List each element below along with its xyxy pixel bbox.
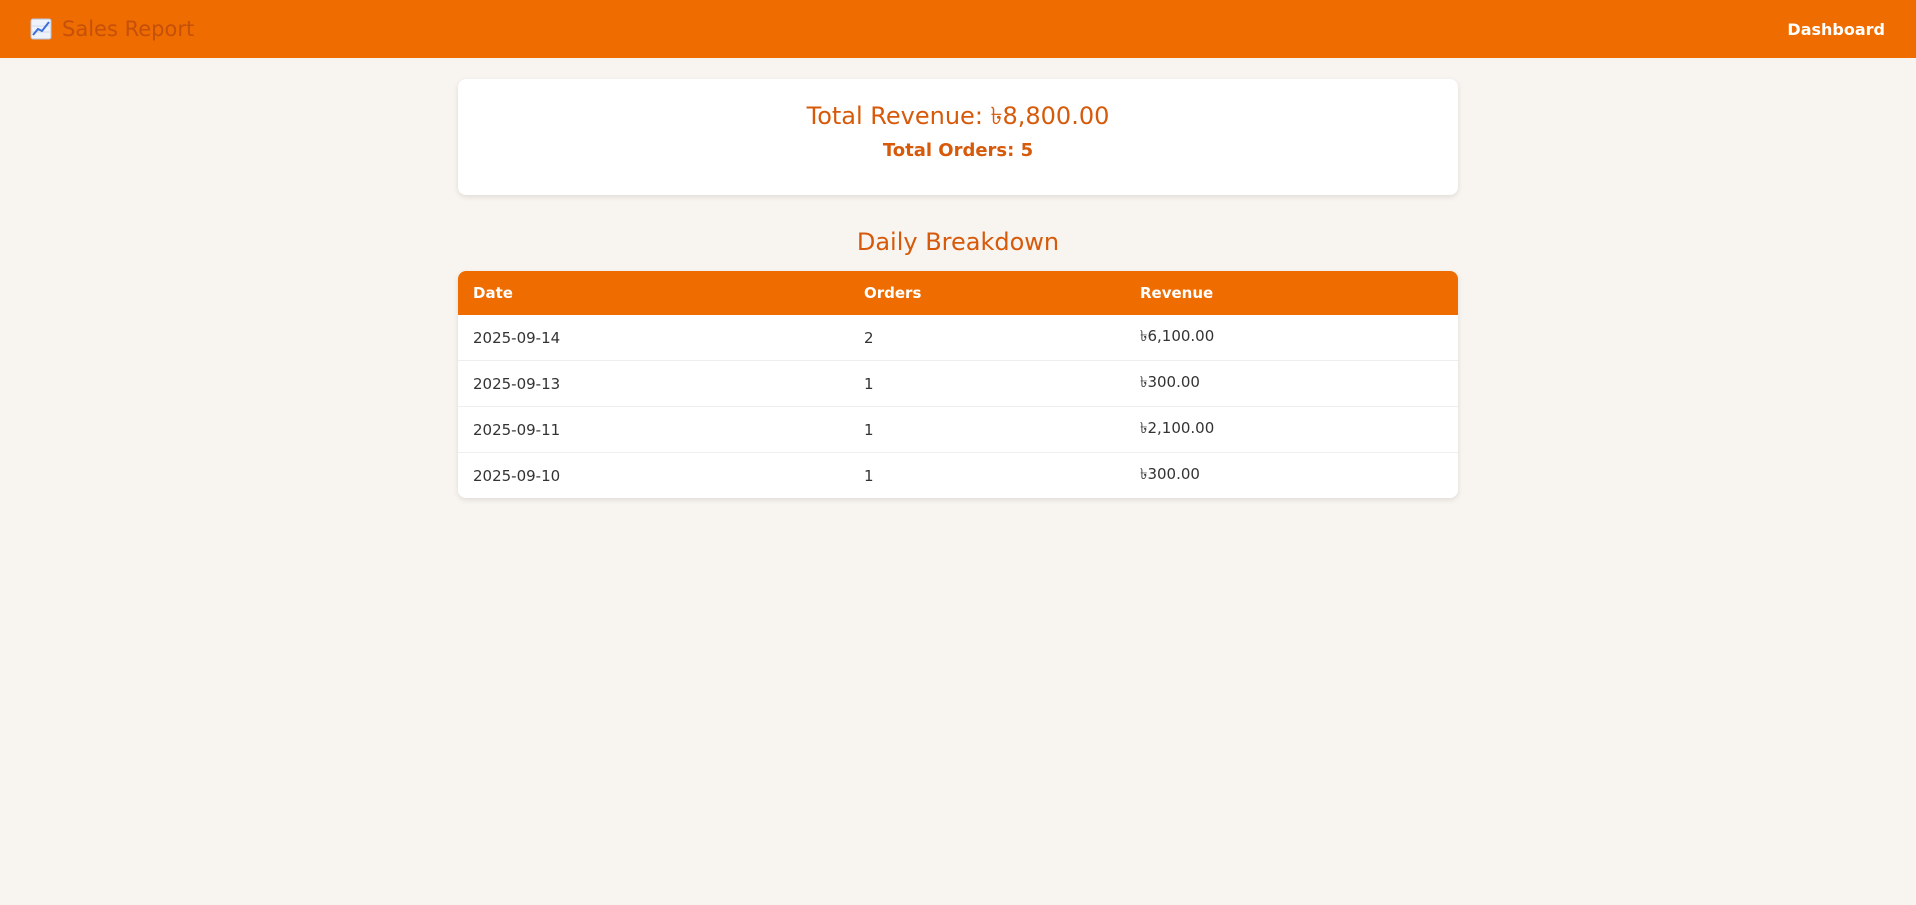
cell-orders: 1 xyxy=(849,360,1125,407)
section-title: Daily Breakdown xyxy=(856,228,1060,256)
cell-orders: 1 xyxy=(849,406,1125,453)
cell-date: 2025-09-14 xyxy=(473,328,561,347)
cell-revenue: ৳300.00 xyxy=(1125,360,1458,407)
column-header-revenue: Revenue xyxy=(1140,284,1214,302)
daily-breakdown-table: Date Orders Revenue 2025-09-14 2 ৳6,100.… xyxy=(458,271,1458,498)
table-row: 2025-09-14 2 ৳6,100.00 xyxy=(458,315,1458,361)
table-header-row: Date Orders Revenue xyxy=(458,271,1458,315)
main-content: Total Revenue: ৳8,800.00 Total Orders: 5… xyxy=(458,79,1458,498)
daily-breakdown-table-card: Date Orders Revenue 2025-09-14 2 ৳6,100.… xyxy=(458,271,1458,498)
cell-date: 2025-09-10 xyxy=(458,452,849,498)
cell-orders: 1 xyxy=(849,452,1125,498)
top-navbar: Sales Report Dashboard xyxy=(0,0,1916,58)
table-row: 2025-09-13 1 ৳300.00 xyxy=(458,360,1458,407)
cell-revenue: ৳6,100.00 xyxy=(1140,327,1215,345)
chart-increasing-icon xyxy=(30,18,52,40)
dashboard-link[interactable]: Dashboard xyxy=(1787,20,1885,39)
cell-date: 2025-09-11 xyxy=(458,406,849,453)
cell-orders: 2 xyxy=(864,328,874,347)
column-header-orders: Orders xyxy=(864,284,922,302)
summary-card: Total Revenue: ৳8,800.00 Total Orders: 5 xyxy=(458,79,1458,195)
table-row: 2025-09-11 1 ৳2,100.00 xyxy=(458,406,1458,453)
column-header-date: Date xyxy=(473,284,513,302)
cell-date: 2025-09-13 xyxy=(458,360,849,407)
total-orders: Total Orders: 5 xyxy=(882,140,1034,161)
app-title: Sales Report xyxy=(62,17,195,41)
cell-revenue: ৳2,100.00 xyxy=(1125,406,1458,453)
cell-revenue: ৳300.00 xyxy=(1125,452,1458,498)
total-revenue: Total Revenue: ৳8,800.00 xyxy=(806,102,1110,130)
brand[interactable]: Sales Report xyxy=(30,17,194,41)
table-row: 2025-09-10 1 ৳300.00 xyxy=(458,452,1458,498)
